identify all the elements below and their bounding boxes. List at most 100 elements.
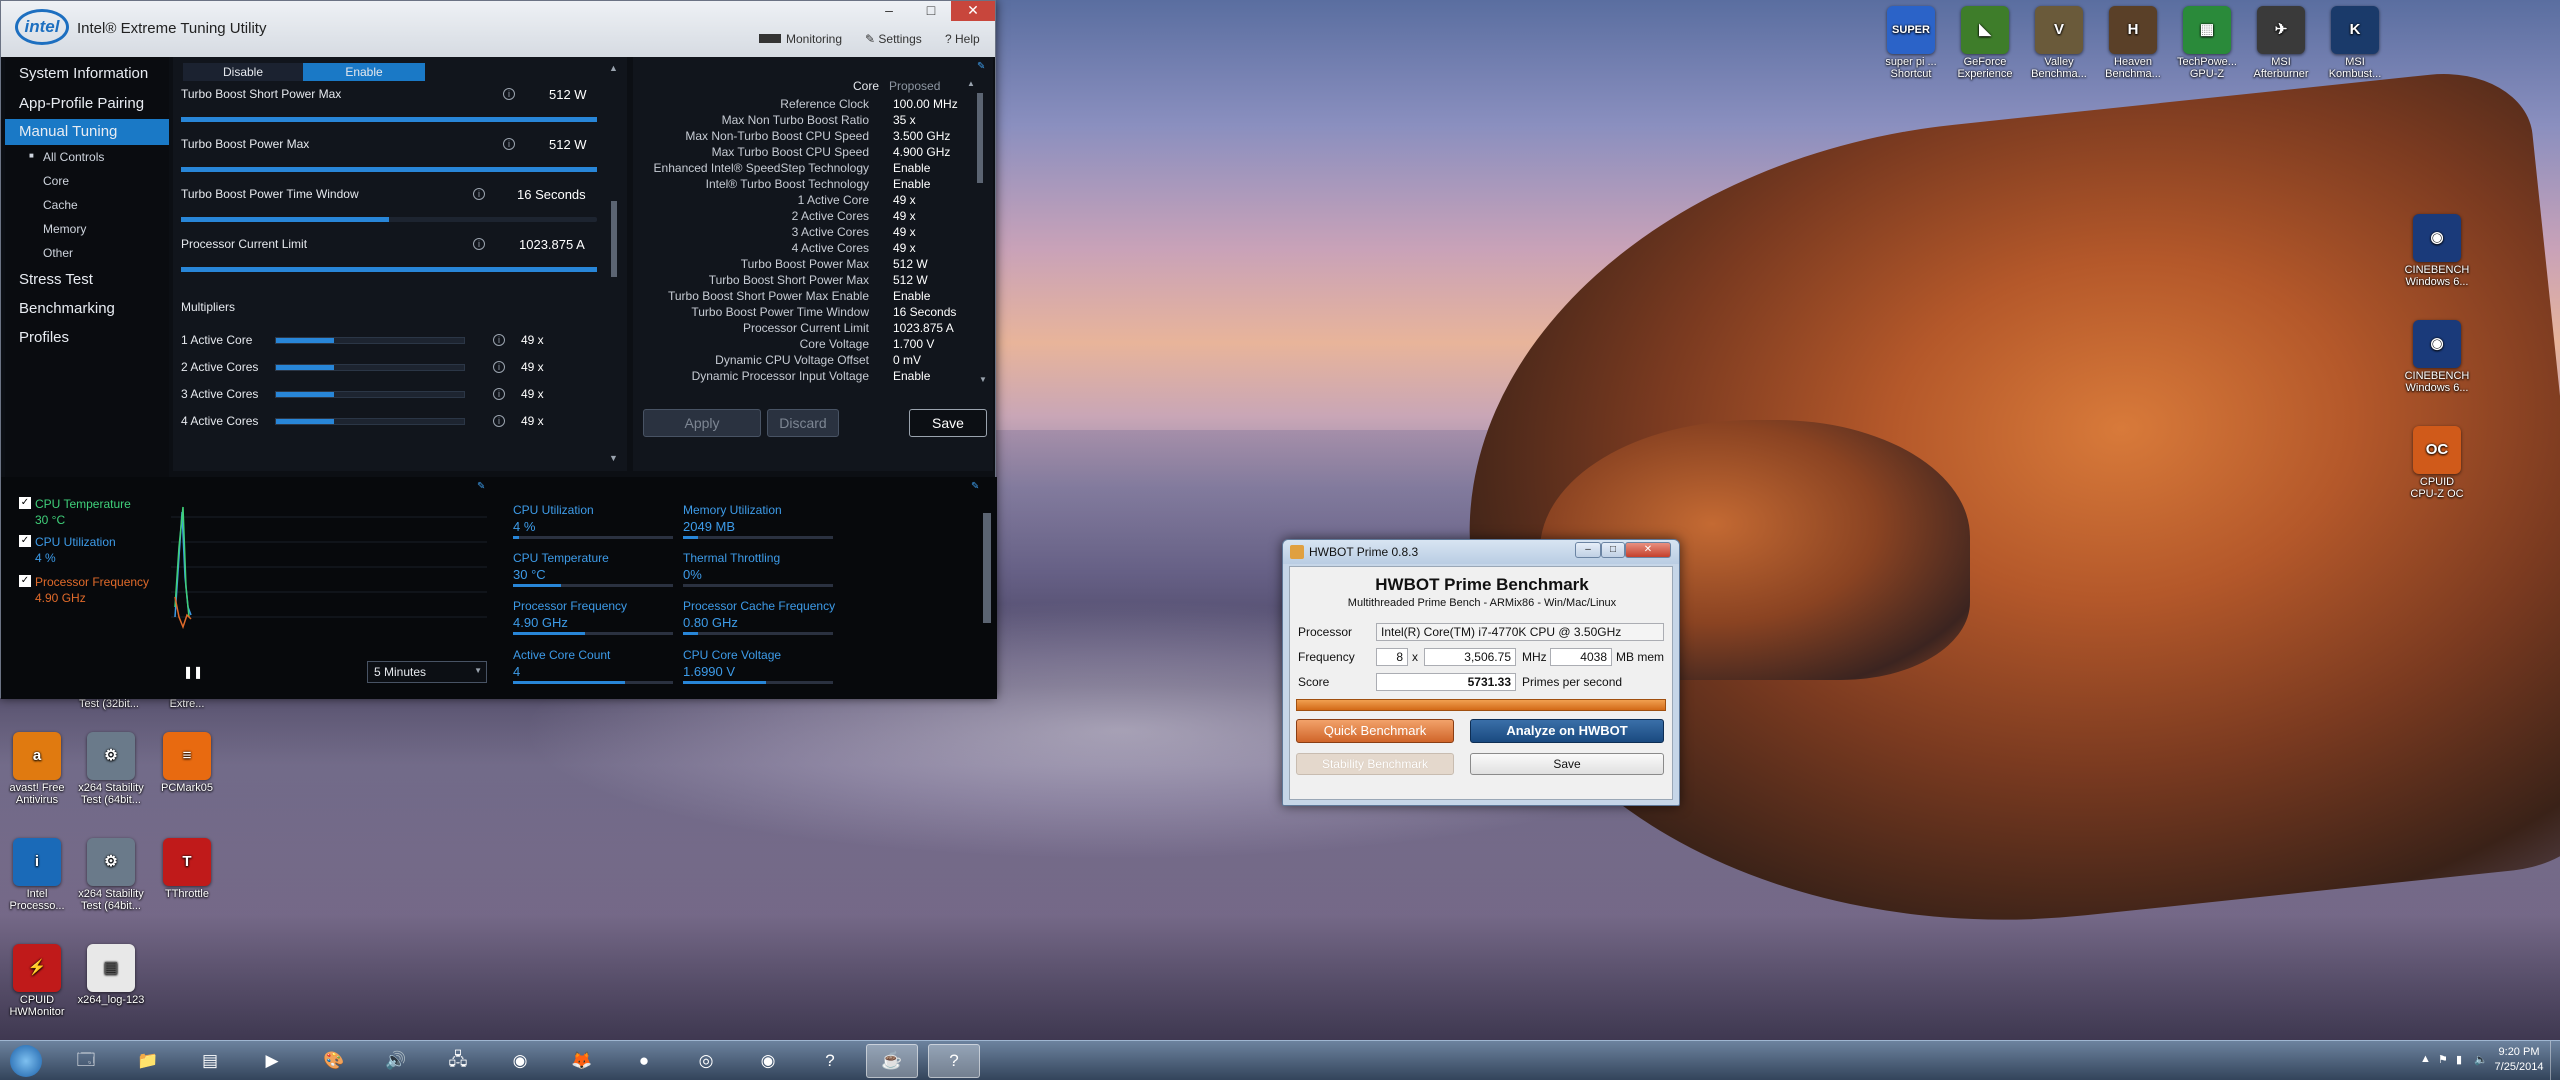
duration-select[interactable]: 5 Minutes ▼ xyxy=(367,661,487,683)
nav-system-information[interactable]: System Information xyxy=(5,61,169,87)
paint-icon[interactable]: 🎨 xyxy=(308,1044,360,1078)
desktop-icon-superpi[interactable]: SUPER super pi ... Shortcut xyxy=(1874,6,1948,80)
mult-2-slider[interactable] xyxy=(275,364,465,371)
nav-benchmarking[interactable]: Benchmarking xyxy=(5,296,169,322)
nav-cache[interactable]: Cache xyxy=(43,198,78,212)
pin-icon[interactable]: ✎ xyxy=(971,481,979,492)
notepad-icon[interactable]: ▤ xyxy=(184,1044,236,1078)
info-icon[interactable]: i xyxy=(503,138,515,150)
scroll-up-icon[interactable]: ▲ xyxy=(967,79,975,88)
stability-benchmark-button[interactable]: Stability Benchmark xyxy=(1296,753,1454,775)
proc-freq-checkbox[interactable]: ✓ xyxy=(19,575,31,587)
settings-menu[interactable]: ✎ Settings xyxy=(865,32,922,46)
mult-3-slider[interactable] xyxy=(275,391,465,398)
tray-clock[interactable]: 9:20 PM 7/25/2014 xyxy=(2492,1045,2546,1075)
save-button[interactable]: Save xyxy=(909,409,987,437)
scroll-down-icon[interactable]: ▼ xyxy=(979,375,987,384)
nav-manual-tuning[interactable]: Manual Tuning xyxy=(5,119,169,145)
mult-value[interactable]: 49 x xyxy=(521,414,544,428)
tray-flag-icon[interactable]: ⚑ xyxy=(2438,1053,2448,1066)
desktop-icon-x264-log[interactable]: ▤ x264_log-123 xyxy=(74,944,148,1006)
speaker-icon[interactable]: 🔊 xyxy=(370,1044,422,1078)
xtu-titlebar[interactable]: intel Intel® Extreme Tuning Utility – □ … xyxy=(1,1,995,57)
cinebench-icon[interactable]: ◎ xyxy=(680,1044,732,1078)
scroll-up-icon[interactable]: ▲ xyxy=(609,63,618,73)
minimize-button[interactable]: – xyxy=(1575,542,1601,558)
desktop-icon-geforce[interactable]: ◣ GeForce Experience xyxy=(1948,6,2022,80)
nav-profiles[interactable]: Profiles xyxy=(5,325,169,351)
nav-core[interactable]: Core xyxy=(43,174,69,188)
desktop-icon-x264-32[interactable]: Test (32bit... xyxy=(72,698,146,714)
cpu-temp-checkbox[interactable]: ✓ xyxy=(19,497,31,509)
nav-stress-test[interactable]: Stress Test xyxy=(5,267,169,293)
maximize-button[interactable]: □ xyxy=(1601,542,1625,558)
pause-icon[interactable]: ❚❚ xyxy=(183,665,203,679)
row-value[interactable]: 512 W xyxy=(549,87,587,102)
help-app-icon[interactable]: ? xyxy=(804,1044,856,1078)
desktop-icon-tthrottle[interactable]: T TThrottle xyxy=(150,838,224,900)
close-button[interactable]: ✕ xyxy=(1625,542,1671,558)
pin-icon[interactable]: ✎ xyxy=(977,61,985,72)
start-orb-icon[interactable] xyxy=(2,1044,50,1078)
nav-memory[interactable]: Memory xyxy=(43,222,86,236)
tray-arrow-icon[interactable]: ▲ xyxy=(2420,1053,2431,1065)
info-icon[interactable]: i xyxy=(493,388,505,400)
mult-value[interactable]: 49 x xyxy=(521,387,544,401)
firefox-icon[interactable]: 🦊 xyxy=(556,1044,608,1078)
desktop-icon-x264-64[interactable]: ⚙ x264 Stability Test (64bit... xyxy=(74,732,148,806)
info-icon[interactable]: i xyxy=(493,361,505,373)
power-max-slider[interactable] xyxy=(181,167,597,172)
minimize-button[interactable]: – xyxy=(867,1,911,21)
desktop-icon-avast[interactable]: a avast! Free Antivirus xyxy=(0,732,74,806)
analyze-hwbot-button[interactable]: Analyze on HWBOT xyxy=(1470,719,1664,743)
info-icon[interactable]: i xyxy=(493,415,505,427)
threads-field[interactable]: 8 xyxy=(1376,648,1408,666)
media-player-icon[interactable]: ▶ xyxy=(246,1044,298,1078)
help-app-2-icon[interactable]: ? xyxy=(928,1044,980,1078)
info-icon[interactable]: i xyxy=(473,238,485,250)
chrome-icon[interactable]: ◉ xyxy=(494,1044,546,1078)
row-value[interactable]: 512 W xyxy=(549,137,587,152)
desktop-icon-afterburner[interactable]: ✈ MSI Afterburner xyxy=(2244,6,2318,80)
save-button[interactable]: Save xyxy=(1470,753,1664,775)
scroll-down-icon[interactable]: ▼ xyxy=(609,453,618,463)
hwbot-titlebar[interactable]: HWBOT Prime 0.8.3 – □ ✕ xyxy=(1283,540,1679,564)
desktop-icon-pcmark05[interactable]: ≡ PCMark05 xyxy=(150,732,224,794)
desktop-icon-cinebench[interactable]: ◉ CINEBENCH Windows 6... xyxy=(2400,214,2474,288)
quick-benchmark-button[interactable]: Quick Benchmark xyxy=(1296,719,1454,743)
mult-4-slider[interactable] xyxy=(275,418,465,425)
current-limit-slider[interactable] xyxy=(181,267,597,272)
desktop-icon-cpuz-oc[interactable]: OC CPUID CPU-Z OC xyxy=(2400,426,2474,500)
desktop-icon-hwmonitor[interactable]: ⚡ CPUID HWMonitor xyxy=(0,944,74,1018)
desktop-icon-intel-proc[interactable]: i Intel Processo... xyxy=(0,838,74,912)
mult-value[interactable]: 49 x xyxy=(521,333,544,347)
network-tool-icon[interactable]: 🖧 xyxy=(432,1044,484,1078)
desktop-icon-x264-64b[interactable]: ⚙ x264 Stability Test (64bit... xyxy=(74,838,148,912)
desktop-icon-cinebench-2[interactable]: ◉ CINEBENCH Windows 6... xyxy=(2400,320,2474,394)
cinebench-2-icon[interactable]: ◉ xyxy=(742,1044,794,1078)
mult-1-slider[interactable] xyxy=(275,337,465,344)
desktop-icon-xtu[interactable]: Extre... xyxy=(150,698,224,714)
disable-toggle[interactable]: Disable xyxy=(183,63,303,81)
desktop-icon-heaven[interactable]: H Heaven Benchma... xyxy=(2096,6,2170,80)
apply-button[interactable]: Apply xyxy=(643,409,761,437)
discard-button[interactable]: Discard xyxy=(767,409,839,437)
mult-value[interactable]: 49 x xyxy=(521,360,544,374)
orb-app-icon[interactable]: ● xyxy=(618,1044,670,1078)
monitor-scrollbar[interactable] xyxy=(983,513,991,623)
power-max-short-slider[interactable] xyxy=(181,117,597,122)
monitoring-menu[interactable]: Monitoring xyxy=(759,32,842,46)
show-desktop-button[interactable] xyxy=(2550,1041,2560,1080)
row-value[interactable]: 1023.875 A xyxy=(519,237,585,252)
cpu-util-checkbox[interactable]: ✓ xyxy=(19,535,31,547)
nav-all-controls[interactable]: All Controls xyxy=(43,150,104,164)
tuning-scrollbar[interactable] xyxy=(611,201,617,277)
info-icon[interactable]: i xyxy=(473,188,485,200)
row-value[interactable]: 16 Seconds xyxy=(517,187,586,202)
core-scrollbar[interactable] xyxy=(977,93,983,183)
nav-other[interactable]: Other xyxy=(43,246,73,260)
tray-volume-icon[interactable]: 🔈 xyxy=(2474,1053,2488,1066)
folder-icon[interactable]: 📁 xyxy=(122,1044,174,1078)
desktop-icon-kombustor[interactable]: K MSI Kombust... xyxy=(2318,6,2392,80)
desktop-icon-gpuz[interactable]: ▦ TechPowe... GPU-Z xyxy=(2170,6,2244,80)
